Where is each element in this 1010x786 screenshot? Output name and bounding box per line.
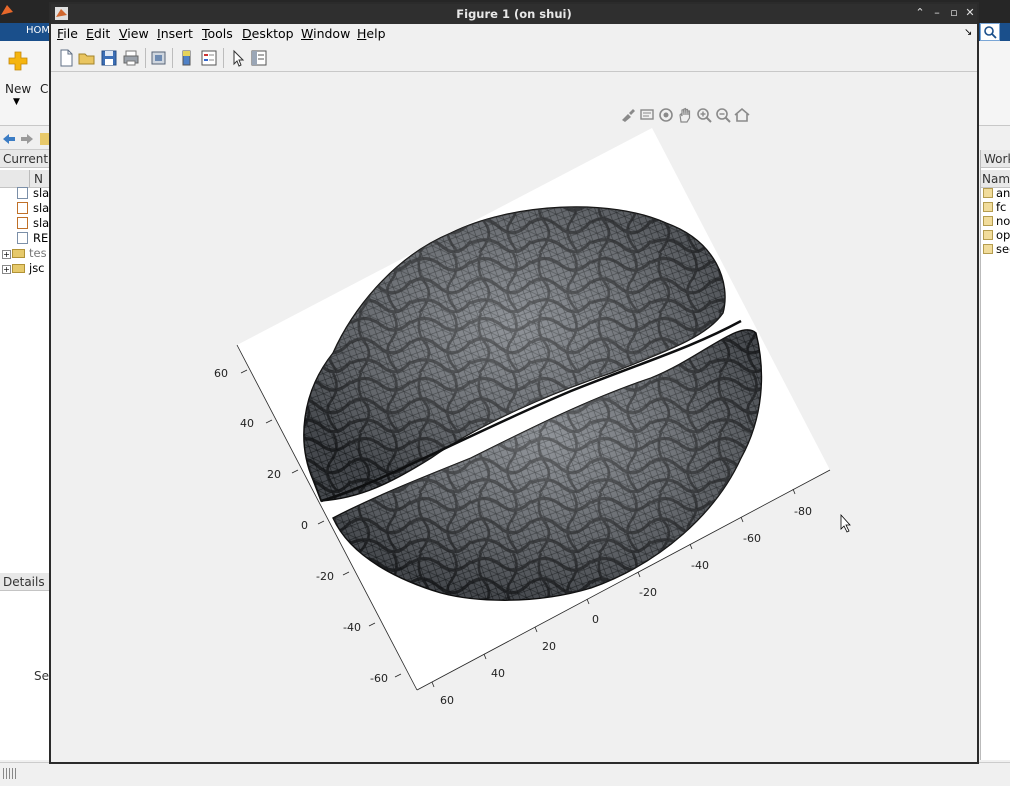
property-inspector-icon[interactable] [249, 48, 269, 68]
tick-label: -60 [743, 532, 761, 545]
tick-label: -40 [691, 559, 709, 572]
tick-label: 0 [592, 613, 599, 626]
close-icon[interactable]: ✕ [963, 6, 977, 20]
menu-edit[interactable]: Edit [86, 26, 110, 41]
figure-canvas[interactable]: 60 40 20 0 -20 -40 -60 60 40 20 0 -20 -4… [51, 73, 977, 762]
new-figure-icon[interactable] [56, 48, 76, 68]
figure-toolbar [51, 44, 977, 72]
menu-accelerator-key: V [119, 26, 128, 41]
menu-accelerator-key: F [57, 26, 64, 41]
menu-insert[interactable]: Insert [157, 26, 193, 41]
menu-file[interactable]: File [57, 26, 78, 41]
list-item[interactable]: + jsc [0, 261, 50, 276]
menu-tools[interactable]: Tools [202, 26, 233, 41]
tick-label: 20 [267, 468, 281, 481]
tick-label: 0 [301, 519, 308, 532]
mfile-icon [17, 202, 28, 214]
workspace-var[interactable]: no [981, 214, 1010, 228]
tick-label: -20 [639, 586, 657, 599]
list-item[interactable]: + tes [0, 246, 50, 261]
select-arrow-icon[interactable] [228, 48, 248, 68]
maximize-icon[interactable]: ▫ [947, 6, 961, 20]
tick-label: 40 [240, 417, 254, 430]
variable-icon [983, 202, 993, 212]
menu-desktop[interactable]: Desktop [242, 26, 294, 41]
status-bar [0, 762, 1010, 786]
details-text: Se [34, 669, 49, 683]
tick-label: -80 [794, 505, 812, 518]
ribbon-item-label: C [40, 82, 49, 96]
open-folder-icon[interactable] [77, 48, 97, 68]
expand-icon[interactable]: + [2, 250, 11, 259]
chevron-down-icon[interactable]: ▼ [13, 97, 20, 107]
forward-arrow-icon[interactable] [20, 133, 34, 145]
details-header[interactable]: Details [0, 573, 49, 591]
busy-indicator-icon [3, 768, 17, 779]
toolbar-separator [223, 48, 224, 68]
minimize-icon[interactable]: – [930, 6, 944, 20]
menu-bar: File Edit View Insert Tools Desktop Wind… [51, 24, 977, 44]
folder-icon [12, 264, 25, 273]
colorbar-icon[interactable] [177, 48, 197, 68]
print-icon[interactable] [121, 48, 141, 68]
tick-label: 40 [491, 667, 505, 680]
menu-accelerator-key: E [86, 26, 94, 41]
dock-arrow-icon[interactable]: ↘ [964, 27, 972, 38]
tick-label: -20 [316, 570, 334, 583]
menu-accelerator-key: H [357, 26, 367, 41]
variable-icon [983, 188, 993, 198]
shade-icon[interactable]: ⌃ [913, 6, 927, 20]
tick-label: 60 [440, 694, 454, 707]
tick-label: -40 [343, 621, 361, 634]
print-preview-icon[interactable] [149, 48, 169, 68]
back-arrow-icon[interactable] [2, 133, 16, 145]
figure-titlebar[interactable]: Figure 1 (on shui) ⌃ – ▫ ✕ [51, 4, 977, 24]
menu-window[interactable]: Window [301, 26, 350, 41]
workspace-panel: Work Name ans fc no opt seg [980, 150, 1010, 760]
save-icon[interactable] [99, 48, 119, 68]
toolbar-separator [172, 48, 173, 68]
menu-help[interactable]: Help [357, 26, 386, 41]
workspace-var[interactable]: ans [981, 186, 1010, 200]
icon-column-header [0, 170, 30, 187]
new-plus-icon[interactable] [8, 51, 28, 71]
menu-accelerator-key: D [242, 26, 252, 41]
variable-icon [983, 230, 993, 240]
variable-icon [983, 216, 993, 226]
menu-accelerator-key: I [157, 26, 161, 41]
expand-icon[interactable]: + [2, 265, 11, 274]
tab-home[interactable]: HOM [26, 25, 50, 36]
variable-icon [983, 244, 993, 254]
current-folder-header: Current [0, 150, 49, 168]
toolbar-separator [145, 48, 146, 68]
tick-label: -60 [370, 672, 388, 685]
workspace-var[interactable]: opt [981, 228, 1010, 242]
workspace-var[interactable]: seg [981, 242, 1010, 256]
name-column-header[interactable]: N [30, 172, 43, 186]
new-button-label[interactable]: New [5, 82, 31, 96]
menu-accelerator-key: W [301, 26, 314, 41]
matlab-logo-icon [1, 5, 13, 15]
current-folder-panel: Current N sla sla sla RE + tes + jsc Detai… [0, 150, 50, 760]
tick-label: 20 [542, 640, 556, 653]
figure-window[interactable]: Figure 1 (on shui) ⌃ – ▫ ✕ File Edit Vie… [49, 2, 979, 764]
menu-view[interactable]: View [119, 26, 149, 41]
navigation-bar [0, 128, 50, 150]
file-icon [17, 232, 28, 244]
workspace-header: Work [981, 150, 1010, 168]
menu-accelerator-key: T [202, 26, 208, 41]
legend-icon[interactable] [199, 48, 219, 68]
file-icon [17, 187, 28, 199]
folder-icon [12, 249, 25, 258]
search-icon[interactable] [980, 23, 1000, 41]
tick-label: 60 [214, 367, 228, 380]
workspace-var[interactable]: fc [981, 200, 1006, 214]
mfile-icon [17, 217, 28, 229]
window-title: Figure 1 (on shui) [456, 7, 572, 21]
axes-3d[interactable] [51, 73, 977, 762]
mouse-cursor-icon [840, 513, 851, 533]
